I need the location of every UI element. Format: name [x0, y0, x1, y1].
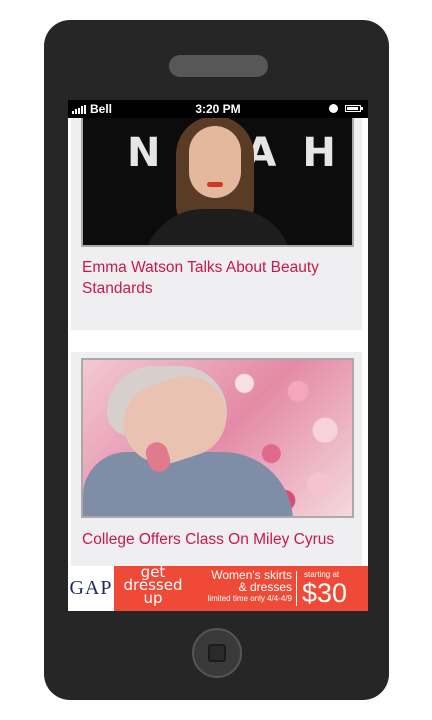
phone-speaker [169, 55, 268, 77]
phone-screen: Bell 3:20 PM NOAH Emma Watson Talks Abou… [68, 100, 368, 611]
ad-offer: Women's skirts & dresses limited time on… [207, 568, 292, 603]
article-thumbnail[interactable]: NOAH [81, 118, 354, 247]
article-feed[interactable]: NOAH Emma Watson Talks About Beauty Stan… [68, 118, 368, 566]
status-time: 3:20 PM [195, 102, 241, 116]
status-bar: Bell 3:20 PM [68, 100, 368, 118]
article-title[interactable]: Emma Watson Talks About Beauty Standards [82, 257, 352, 299]
ad-price: $30 [302, 578, 348, 608]
home-button[interactable] [192, 628, 242, 678]
brand-logo: GAP [68, 566, 114, 611]
battery-icon [345, 105, 363, 112]
home-button-square-icon [208, 644, 226, 662]
article-card[interactable]: NOAH Emma Watson Talks About Beauty Stan… [71, 118, 362, 330]
banner-ad[interactable]: GAP get dressed up Women's skirts & dres… [68, 563, 368, 611]
orientation-lock-icon [329, 104, 338, 113]
ad-headline: get dressed up [123, 563, 183, 607]
ad-divider [296, 571, 297, 606]
article-card[interactable]: College Offers Class On Miley Cyrus [71, 352, 362, 566]
article-thumbnail[interactable] [81, 358, 354, 518]
article-title[interactable]: College Offers Class On Miley Cyrus [82, 529, 352, 550]
